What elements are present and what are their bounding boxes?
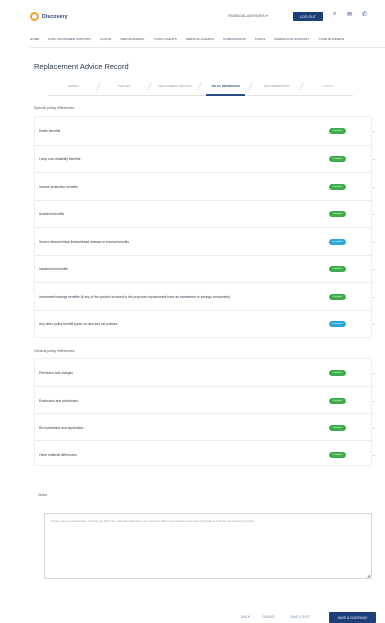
step-label: POLICIES	[118, 85, 131, 88]
row-label: Income protection benefits	[39, 184, 78, 189]
row-label: Premiums and charges	[39, 370, 73, 375]
policy-difference-row[interactable]: Exclusions and restrictions Complete ⌄	[35, 386, 375, 413]
chevron-down-icon[interactable]: ⌄	[372, 321, 375, 326]
status-badge: Complete	[329, 397, 346, 404]
nav-item[interactable]: HOME	[30, 37, 39, 41]
row-label: Death benefits	[39, 128, 61, 133]
chevron-down-icon[interactable]: ⌄	[372, 294, 375, 299]
logo[interactable]: Discovery	[30, 12, 68, 21]
chevron-down-icon[interactable]: ⌄	[372, 128, 375, 133]
chevron-down-icon[interactable]: ⌄	[372, 211, 375, 216]
mail-icon[interactable]: ✉	[347, 11, 352, 18]
step-tab[interactable]: POLICY DIFFERENCES	[200, 78, 254, 96]
policy-difference-row[interactable]: Severe illness/critical illness/dread di…	[35, 227, 375, 255]
logo-text: Discovery	[42, 13, 68, 20]
chevron-down-icon[interactable]: ⌄	[372, 184, 375, 189]
chevron-down-icon[interactable]: ⌄	[372, 239, 375, 244]
status-badge: Complete	[329, 451, 346, 458]
chevron-down-icon[interactable]: ⌄	[372, 156, 375, 161]
back-link[interactable]: BACK	[241, 615, 250, 619]
cancel-link[interactable]: CANCEL	[262, 615, 275, 619]
policy-difference-row[interactable]: Income protection benefits Complete ⌄	[35, 172, 375, 200]
logout-button[interactable]: LOG OUT	[293, 12, 323, 21]
row-label: Investment/savings benefits (if any of t…	[39, 294, 231, 299]
resize-handle-icon[interactable]: ◢	[367, 573, 370, 578]
policy-difference-row[interactable]: Accident benefits Complete ⌄	[35, 199, 375, 228]
general-differences-card: Premiums and charges Complete ⌄ Exclusions …	[34, 358, 375, 467]
status-badge: Incomplete	[329, 238, 346, 245]
step-tabs: DETAILS POLICIES REPLACEMENT REASONS POLICY…	[48, 78, 353, 96]
main-nav: HOME FIND CONSUMER SUPPORT QUOTE NEW BUSINE…	[30, 30, 385, 48]
nav-item[interactable]: NEW BUSINESS	[120, 37, 144, 41]
row-label: Other material differences	[39, 452, 77, 457]
page-title: Replacement Advice Record	[34, 62, 129, 71]
status-badge: Complete	[329, 156, 346, 163]
step-label: RECOMMENDATION	[264, 85, 290, 88]
row-label: Impairment benefits	[39, 267, 68, 272]
nav-item[interactable]: QUOTE	[100, 37, 111, 41]
chevron-down-icon[interactable]: ⌄	[372, 370, 375, 375]
logo-icon	[30, 12, 39, 21]
step-tab[interactable]: RECOMMENDATION	[251, 78, 304, 95]
step-label: DETAILS	[68, 85, 79, 88]
policy-difference-row[interactable]: Impairment benefits Complete ⌄	[35, 254, 375, 283]
nav-item[interactable]: COMMISSIONS	[223, 37, 246, 41]
policy-difference-row[interactable]: Any other policy benefit types on new an…	[35, 309, 375, 338]
phone-icon[interactable]: ✆	[362, 11, 367, 18]
row-label: Any other policy benefit types on new an…	[39, 322, 118, 327]
chevron-down-icon[interactable]: ⌄	[372, 425, 375, 430]
step-label: REPLACEMENT REASONS	[158, 85, 192, 88]
policy-difference-row[interactable]: Death benefits Complete ⌄	[35, 117, 375, 145]
notes-label: Notes	[38, 493, 48, 497]
policy-difference-row[interactable]: Other material differences Complete ⌄	[35, 440, 375, 467]
status-badge: Complete	[329, 369, 346, 376]
row-label: Exclusions and restrictions	[39, 398, 79, 403]
nav-item[interactable]: YOUR BUSINESS	[318, 37, 344, 41]
search-icon[interactable]: ⌕	[333, 11, 336, 18]
policy-difference-row[interactable]: Re-investment and duplication Complete ⌄	[35, 413, 375, 440]
account-select[interactable]: FINANCIAL ADVISORS ▾	[228, 14, 268, 18]
status-badge: Complete	[329, 183, 346, 190]
chevron-down-icon[interactable]: ⌄	[372, 398, 375, 403]
step-label: CONFIRM	[321, 85, 334, 88]
status-badge: Complete	[329, 127, 346, 134]
row-label: Accident benefits	[39, 212, 65, 217]
policy-difference-row[interactable]: Investment/savings benefits (if any of t…	[35, 282, 375, 310]
status-badge: Complete	[329, 424, 346, 431]
row-label: Severe illness/critical illness/dread di…	[39, 239, 129, 244]
status-badge: Incomplete	[329, 321, 346, 328]
step-tab[interactable]: POLICIES	[99, 78, 152, 95]
row-label: Re-investment and duplication	[39, 425, 84, 430]
footer	[0, 600, 385, 623]
general-differences-heading: General policy differences	[34, 349, 75, 353]
save-continue-button[interactable]: SAVE & CONTINUE	[329, 612, 376, 623]
chevron-down-icon[interactable]: ⌄	[372, 452, 375, 457]
row-label: Lump sum disability benefits	[39, 157, 81, 162]
specific-differences-heading: Specific policy differences	[34, 106, 75, 110]
status-badge: Complete	[329, 293, 346, 300]
status-badge: Complete	[329, 211, 346, 218]
step-tab[interactable]: DETAILS	[48, 78, 101, 95]
nav-item[interactable]: FIND CONSUMER SUPPORT	[48, 37, 91, 41]
nav-item[interactable]: TOOLS	[255, 37, 266, 41]
chevron-down-icon[interactable]: ⌄	[372, 266, 375, 271]
notes-textarea[interactable]: Please give an explanation of what you t…	[44, 513, 372, 579]
step-tab[interactable]: REPLACEMENT REASONS	[150, 78, 203, 95]
nav-item[interactable]: MARKETING SUPPORT	[274, 37, 309, 41]
status-badge: Complete	[329, 266, 346, 273]
specific-differences-card: Death benefits Complete ⌄ Lump sum disabili…	[34, 116, 375, 338]
nav-item[interactable]: YOUR CLIENTS	[154, 37, 177, 41]
policy-difference-row[interactable]: Premiums and charges Complete ⌄	[35, 359, 375, 386]
policy-difference-row[interactable]: Lump sum disability benefits Complete ⌄	[35, 144, 375, 173]
step-tab[interactable]: CONFIRM	[302, 78, 353, 95]
save-exit-link[interactable]: SAVE & EXIT	[290, 615, 310, 619]
nav-item[interactable]: SERVICE CLIENTS	[186, 37, 214, 41]
step-label: POLICY DIFFERENCES	[211, 85, 241, 88]
